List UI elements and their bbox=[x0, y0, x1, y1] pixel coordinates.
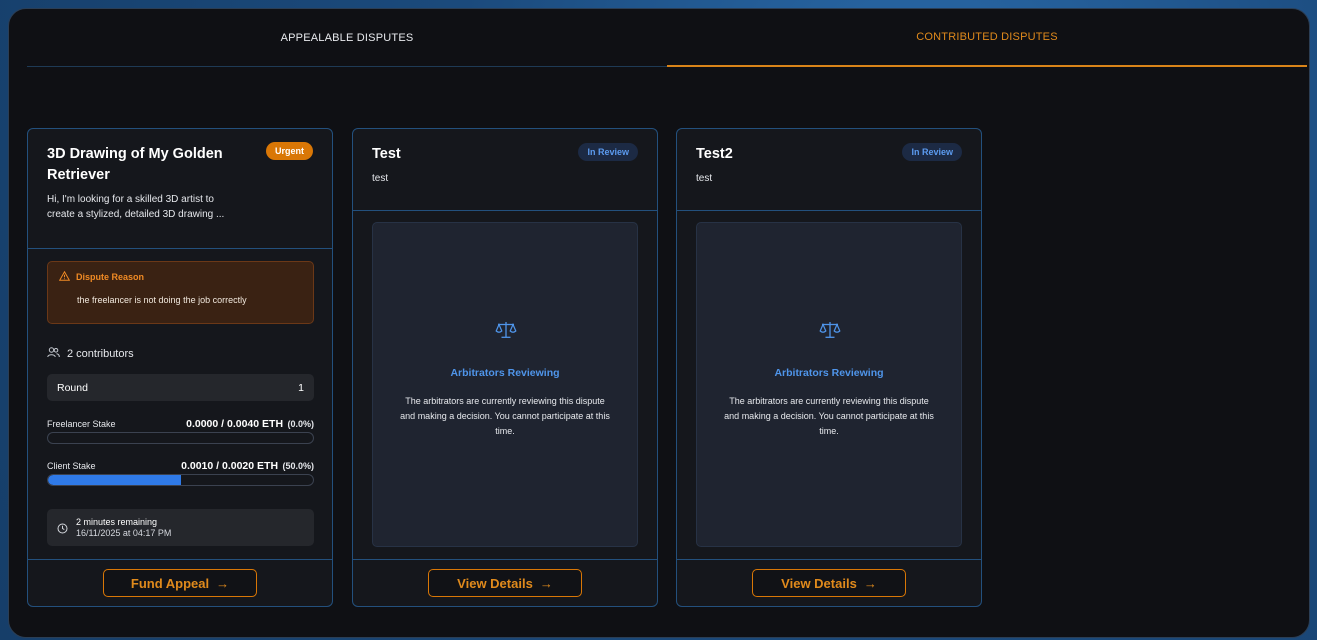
review-title: Arbitrators Reviewing bbox=[774, 367, 884, 379]
dispute-card-test: Test In Review test Arbitrators Reviewin… bbox=[352, 128, 658, 607]
dispute-reason-header: Dispute Reason bbox=[58, 270, 145, 283]
freelancer-stake-row: Freelancer Stake 0.0000 / 0.0040 ETH (0.… bbox=[47, 414, 314, 432]
card-description: test bbox=[372, 173, 389, 184]
card-description: test bbox=[696, 173, 713, 184]
contributors-label: 2 contributors bbox=[67, 348, 134, 360]
contributors-count: 2 contributors bbox=[47, 347, 134, 361]
view-details-button[interactable]: View Details → bbox=[752, 569, 906, 597]
card-header: Test In Review test bbox=[353, 129, 657, 211]
time-remaining-text: 2 minutes remaining bbox=[76, 517, 158, 527]
card-description-line: create a stylized, detailed 3D drawing .… bbox=[47, 209, 225, 220]
arrow-right-icon: → bbox=[863, 575, 877, 591]
users-icon bbox=[47, 347, 60, 361]
card-header: Test2 In Review test bbox=[677, 129, 981, 211]
scales-icon bbox=[819, 321, 841, 344]
tab-bar: APPEALABLE DISPUTES CONTRIBUTED DISPUTES bbox=[27, 9, 1307, 67]
card-title-line: 3D Drawing of My Golden bbox=[47, 146, 223, 162]
review-text: The arbitrators are currently reviewing … bbox=[387, 394, 623, 439]
card-footer: View Details → bbox=[677, 559, 981, 606]
fund-appeal-button[interactable]: Fund Appeal → bbox=[103, 569, 257, 597]
freelancer-stake-progress bbox=[47, 432, 314, 444]
urgent-badge: Urgent bbox=[266, 142, 313, 160]
tab-contributed-disputes[interactable]: CONTRIBUTED DISPUTES bbox=[667, 9, 1307, 67]
review-text-line: time. bbox=[495, 426, 515, 436]
freelancer-stake-percent: (0.0%) bbox=[287, 419, 314, 429]
freelancer-stake-value: 0.0000 / 0.0040 ETH bbox=[186, 418, 284, 430]
arbitrators-reviewing-panel: Arbitrators Reviewing The arbitrators ar… bbox=[372, 222, 638, 547]
dispute-card-golden-retriever: 3D Drawing of My Golden Retriever Urgent… bbox=[27, 128, 333, 607]
time-remaining-box: 2 minutes remaining 16/11/2025 at 04:17 … bbox=[47, 509, 314, 546]
button-label: Fund Appeal bbox=[130, 575, 210, 591]
round-row: Round 1 bbox=[47, 374, 314, 401]
warning-icon bbox=[58, 270, 71, 283]
review-text-line: The arbitrators are currently reviewing … bbox=[729, 396, 929, 406]
client-stake-progress-fill bbox=[48, 475, 181, 485]
button-label: View Details bbox=[781, 575, 857, 591]
in-review-badge: In Review bbox=[578, 143, 638, 161]
dispute-reason-label: Dispute Reason bbox=[76, 272, 145, 282]
card-description: Hi, I'm looking for a skilled 3D artist … bbox=[47, 192, 224, 222]
arrow-right-icon: → bbox=[216, 575, 230, 591]
round-value: 1 bbox=[298, 381, 304, 394]
scales-icon bbox=[495, 321, 517, 344]
client-stake-label: Client Stake bbox=[47, 461, 96, 471]
card-title: 3D Drawing of My Golden Retriever bbox=[47, 144, 223, 186]
card-description-line: Hi, I'm looking for a skilled 3D artist … bbox=[47, 194, 214, 205]
review-title: Arbitrators Reviewing bbox=[450, 367, 560, 379]
card-header: 3D Drawing of My Golden Retriever Urgent… bbox=[28, 129, 332, 249]
freelancer-stake-label: Freelancer Stake bbox=[47, 419, 116, 429]
view-details-button[interactable]: View Details → bbox=[428, 569, 582, 597]
card-title-line: Retriever bbox=[47, 167, 110, 183]
card-footer: Fund Appeal → bbox=[28, 559, 332, 606]
card-title: Test2 bbox=[696, 146, 733, 162]
arbitrators-reviewing-panel: Arbitrators Reviewing The arbitrators ar… bbox=[696, 222, 962, 547]
client-stake-progress bbox=[47, 474, 314, 486]
in-review-badge: In Review bbox=[902, 143, 962, 161]
review-text-line: and making a decision. You cannot partic… bbox=[724, 411, 934, 421]
deadline-text: 16/11/2025 at 04:17 PM bbox=[76, 528, 172, 538]
arrow-right-icon: → bbox=[539, 575, 553, 591]
card-footer: View Details → bbox=[353, 559, 657, 606]
dispute-card-test2: Test2 In Review test Arbitrators Reviewi… bbox=[676, 128, 982, 607]
dispute-reason-box: Dispute Reason the freelancer is not doi… bbox=[47, 261, 314, 324]
round-label: Round bbox=[57, 381, 88, 394]
client-stake-percent: (50.0%) bbox=[282, 461, 314, 471]
disputes-window: APPEALABLE DISPUTES CONTRIBUTED DISPUTES… bbox=[8, 8, 1310, 638]
review-text: The arbitrators are currently reviewing … bbox=[711, 394, 947, 439]
client-stake-value: 0.0010 / 0.0020 ETH bbox=[181, 460, 279, 472]
card-title: Test bbox=[372, 146, 401, 162]
clock-icon bbox=[57, 521, 68, 539]
dispute-reason-text: the freelancer is not doing the job corr… bbox=[77, 295, 247, 305]
button-label: View Details bbox=[457, 575, 533, 591]
review-text-line: time. bbox=[819, 426, 839, 436]
client-stake-row: Client Stake 0.0010 / 0.0020 ETH (50.0%) bbox=[47, 456, 314, 474]
review-text-line: and making a decision. You cannot partic… bbox=[400, 411, 610, 421]
tab-appealable-disputes[interactable]: APPEALABLE DISPUTES bbox=[27, 9, 667, 67]
review-text-line: The arbitrators are currently reviewing … bbox=[405, 396, 605, 406]
